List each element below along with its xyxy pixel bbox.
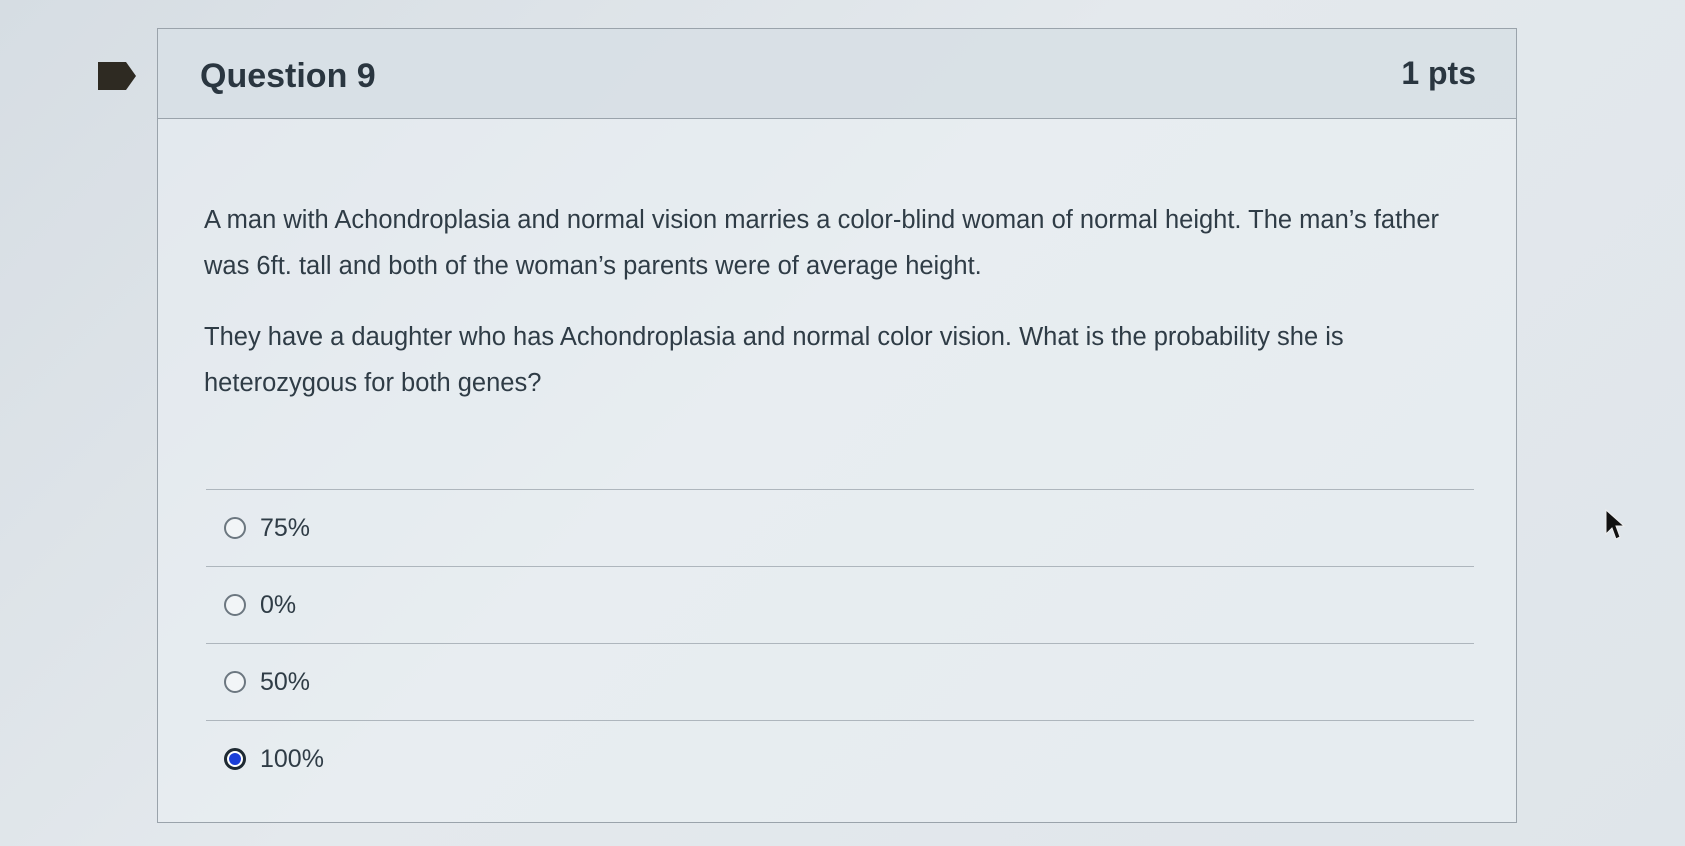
answer-option-75[interactable]: 75% [206, 490, 1474, 566]
question-paragraph: They have a daughter who has Achondropla… [204, 323, 1344, 397]
radio-button[interactable] [224, 517, 246, 539]
radio-button[interactable] [224, 594, 246, 616]
question-title: Question 9 [200, 57, 376, 95]
answer-label: 50% [260, 667, 311, 696]
question-header: Question 9 1 pts [158, 29, 1516, 119]
answer-option-50[interactable]: 50% [206, 644, 1474, 720]
question-paragraph: A man with Achondroplasia and normal vis… [204, 206, 1440, 280]
answer-list: 75% 0% 50% 100% [206, 489, 1474, 797]
radio-button-selected[interactable] [224, 748, 246, 770]
question-card: Question 9 1 pts A man with Achondroplas… [157, 28, 1517, 823]
answer-option-0[interactable]: 0% [206, 567, 1474, 643]
quiz-page: Question 9 1 pts A man with Achondroplas… [0, 0, 1685, 846]
question-text: A man with Achondroplasia and normal vis… [204, 197, 1474, 431]
answer-label: 75% [260, 513, 311, 542]
answer-label: 100% [260, 744, 324, 773]
question-points: 1 pts [1401, 55, 1476, 91]
answer-label: 0% [260, 590, 297, 619]
radio-button[interactable] [224, 671, 246, 693]
mouse-pointer-icon [1605, 508, 1626, 540]
answer-option-100[interactable]: 100% [206, 721, 1474, 797]
flag-bookmark-icon[interactable] [96, 60, 138, 92]
